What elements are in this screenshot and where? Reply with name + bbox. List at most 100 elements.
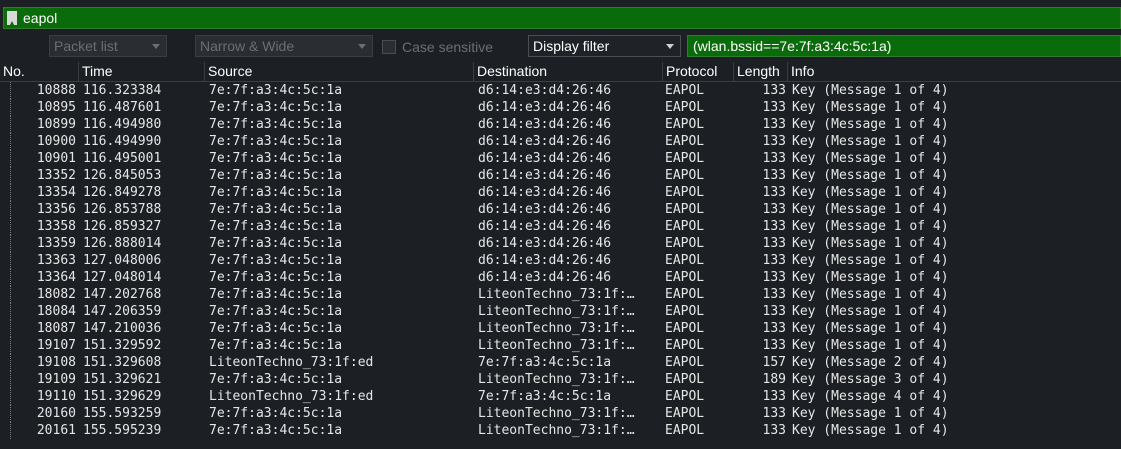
character-width-select[interactable]: Narrow & Wide bbox=[195, 35, 373, 57]
packet-source: 7e:7f:a3:4c:5c:1a bbox=[209, 219, 343, 234]
table-row[interactable]: 13352 126.845053 7e:7f:a3:4c:5c:1a d6:14:e3… bbox=[0, 167, 1121, 184]
packet-source: 7e:7f:a3:4c:5c:1a bbox=[209, 406, 343, 421]
table-row[interactable]: 13358 126.859327 7e:7f:a3:4c:5c:1a d6:14:e3… bbox=[0, 218, 1121, 235]
packet-source: 7e:7f:a3:4c:5c:1a bbox=[209, 100, 343, 115]
packet-destination: d6:14:e3:d4:26:46 bbox=[478, 219, 612, 234]
packet-info: Key (Message 4 of 4) bbox=[792, 389, 949, 404]
packet-source: 7e:7f:a3:4c:5c:1a bbox=[209, 185, 343, 200]
tree-line-icon bbox=[10, 184, 12, 201]
packet-destination: LiteonTechno_73:1f:… bbox=[478, 372, 635, 387]
table-row[interactable]: 13363 127.048006 7e:7f:a3:4c:5c:1a d6:14:e3… bbox=[0, 252, 1121, 269]
column-header-destination[interactable]: Destination bbox=[473, 62, 662, 81]
chevron-down-icon bbox=[358, 44, 366, 49]
packet-number: 13359 bbox=[36, 236, 76, 251]
packet-length: 157 bbox=[762, 355, 786, 370]
packet-info: Key (Message 1 of 4) bbox=[792, 202, 949, 217]
packet-source: 7e:7f:a3:4c:5c:1a bbox=[209, 117, 343, 132]
packet-protocol: EAPOL bbox=[665, 423, 705, 438]
chevron-down-icon bbox=[152, 44, 160, 49]
packet-time: 151.329592 bbox=[83, 338, 162, 353]
search-scope-select[interactable]: Packet list bbox=[49, 35, 167, 57]
packet-time: 116.323384 bbox=[83, 83, 162, 98]
packet-source: 7e:7f:a3:4c:5c:1a bbox=[209, 236, 343, 251]
tree-line-icon bbox=[10, 235, 12, 252]
tree-line-icon bbox=[10, 201, 12, 218]
packet-info: Key (Message 1 of 4) bbox=[792, 270, 949, 285]
packet-source: 7e:7f:a3:4c:5c:1a bbox=[209, 338, 343, 353]
packet-info: Key (Message 1 of 4) bbox=[792, 117, 949, 132]
column-header-info[interactable]: Info bbox=[787, 62, 1121, 81]
packet-length: 133 bbox=[762, 304, 786, 319]
table-row[interactable]: 13356 126.853788 7e:7f:a3:4c:5c:1a d6:14:e3… bbox=[0, 201, 1121, 218]
packet-length: 133 bbox=[762, 406, 786, 421]
packet-source: 7e:7f:a3:4c:5c:1a bbox=[209, 372, 343, 387]
table-row[interactable]: 19109 151.329621 7e:7f:a3:4c:5c:1a LiteonTe… bbox=[0, 371, 1121, 388]
packet-info: Key (Message 1 of 4) bbox=[792, 83, 949, 98]
packet-destination: 7e:7f:a3:4c:5c:1a bbox=[478, 355, 612, 370]
table-row[interactable]: 10900 116.494990 7e:7f:a3:4c:5c:1a d6:14:e3… bbox=[0, 133, 1121, 150]
packet-time: 126.849278 bbox=[83, 185, 162, 200]
tree-line-icon bbox=[10, 371, 12, 388]
packet-time: 126.845053 bbox=[83, 168, 162, 183]
table-row[interactable]: 20160 155.593259 7e:7f:a3:4c:5c:1a LiteonTe… bbox=[0, 405, 1121, 422]
search-input[interactable]: eapol bbox=[3, 7, 1121, 29]
packet-protocol: EAPOL bbox=[665, 406, 705, 421]
table-row[interactable]: 18087 147.210036 7e:7f:a3:4c:5c:1a LiteonTe… bbox=[0, 320, 1121, 337]
table-row[interactable]: 19107 151.329592 7e:7f:a3:4c:5c:1a LiteonTe… bbox=[0, 337, 1121, 354]
column-header-protocol[interactable]: Protocol bbox=[662, 62, 733, 81]
table-row[interactable]: 10899 116.494980 7e:7f:a3:4c:5c:1a d6:14:e3… bbox=[0, 116, 1121, 133]
packet-info: Key (Message 1 of 4) bbox=[792, 338, 949, 353]
column-header-time[interactable]: Time bbox=[78, 62, 204, 81]
packet-length: 133 bbox=[762, 168, 786, 183]
packet-info: Key (Message 1 of 4) bbox=[792, 321, 949, 336]
tree-line-icon bbox=[10, 337, 12, 354]
packet-protocol: EAPOL bbox=[665, 304, 705, 319]
table-row[interactable]: 19110 151.329629 LiteonTechno_73:1f:ed 7e:7… bbox=[0, 388, 1121, 405]
table-row[interactable]: 10895 116.487601 7e:7f:a3:4c:5c:1a d6:14:e3… bbox=[0, 99, 1121, 116]
column-header-no[interactable]: No. bbox=[0, 62, 78, 81]
table-row[interactable]: 13354 126.849278 7e:7f:a3:4c:5c:1a d6:14:e3… bbox=[0, 184, 1121, 201]
case-sensitive-checkbox[interactable]: Case sensitive bbox=[382, 39, 493, 55]
packet-destination: LiteonTechno_73:1f:… bbox=[478, 321, 635, 336]
packet-destination: 7e:7f:a3:4c:5c:1a bbox=[478, 389, 612, 404]
tree-line-icon bbox=[10, 99, 12, 116]
packet-list: 10888 116.323384 7e:7f:a3:4c:5c:1a d6:14:e3… bbox=[0, 82, 1121, 439]
packet-destination: d6:14:e3:d4:26:46 bbox=[478, 202, 612, 217]
tree-line-icon bbox=[10, 167, 12, 184]
packet-info: Key (Message 1 of 4) bbox=[792, 134, 949, 149]
packet-length: 133 bbox=[762, 236, 786, 251]
find-filter-input[interactable]: (wlan.bssid==7e:7f:a3:4c:5c:1a) bbox=[687, 35, 1121, 57]
packet-time: 116.487601 bbox=[83, 100, 162, 115]
packet-length: 133 bbox=[762, 185, 786, 200]
packet-number: 19108 bbox=[36, 355, 76, 370]
table-row[interactable]: 18082 147.202768 7e:7f:a3:4c:5c:1a LiteonTe… bbox=[0, 286, 1121, 303]
packet-source: 7e:7f:a3:4c:5c:1a bbox=[209, 168, 343, 183]
search-type-select[interactable]: Display filter bbox=[528, 35, 681, 57]
table-row[interactable]: 19108 151.329608 LiteonTechno_73:1f:ed 7e:7… bbox=[0, 354, 1121, 371]
packet-length: 133 bbox=[762, 100, 786, 115]
table-row[interactable]: 10901 116.495001 7e:7f:a3:4c:5c:1a d6:14:e3… bbox=[0, 150, 1121, 167]
packet-number: 13356 bbox=[36, 202, 76, 217]
packet-destination: d6:14:e3:d4:26:46 bbox=[478, 253, 612, 268]
table-row[interactable]: 20161 155.595239 7e:7f:a3:4c:5c:1a LiteonTe… bbox=[0, 422, 1121, 439]
packet-destination: LiteonTechno_73:1f:… bbox=[478, 423, 635, 438]
packet-number: 19107 bbox=[36, 338, 76, 353]
packet-destination: LiteonTechno_73:1f:… bbox=[478, 338, 635, 353]
packet-destination: LiteonTechno_73:1f:… bbox=[478, 304, 635, 319]
column-header-source[interactable]: Source bbox=[204, 62, 473, 81]
case-sensitive-label: Case sensitive bbox=[402, 39, 494, 55]
table-row[interactable]: 13364 127.048014 7e:7f:a3:4c:5c:1a d6:14:e3… bbox=[0, 269, 1121, 286]
packet-info: Key (Message 1 of 4) bbox=[792, 423, 949, 438]
packet-length: 133 bbox=[762, 151, 786, 166]
bookmark-icon[interactable] bbox=[7, 11, 17, 25]
table-row[interactable]: 13359 126.888014 7e:7f:a3:4c:5c:1a d6:14:e3… bbox=[0, 235, 1121, 252]
packet-info: Key (Message 1 of 4) bbox=[792, 185, 949, 200]
table-row[interactable]: 18084 147.206359 7e:7f:a3:4c:5c:1a LiteonTe… bbox=[0, 303, 1121, 320]
tree-line-icon bbox=[10, 150, 12, 167]
column-header-length[interactable]: Length bbox=[733, 62, 787, 81]
checkbox-box[interactable] bbox=[382, 40, 396, 54]
packet-destination: d6:14:e3:d4:26:46 bbox=[478, 151, 612, 166]
table-row[interactable]: 10888 116.323384 7e:7f:a3:4c:5c:1a d6:14:e3… bbox=[0, 82, 1121, 99]
packet-length: 133 bbox=[762, 389, 786, 404]
packet-info: Key (Message 1 of 4) bbox=[792, 168, 949, 183]
